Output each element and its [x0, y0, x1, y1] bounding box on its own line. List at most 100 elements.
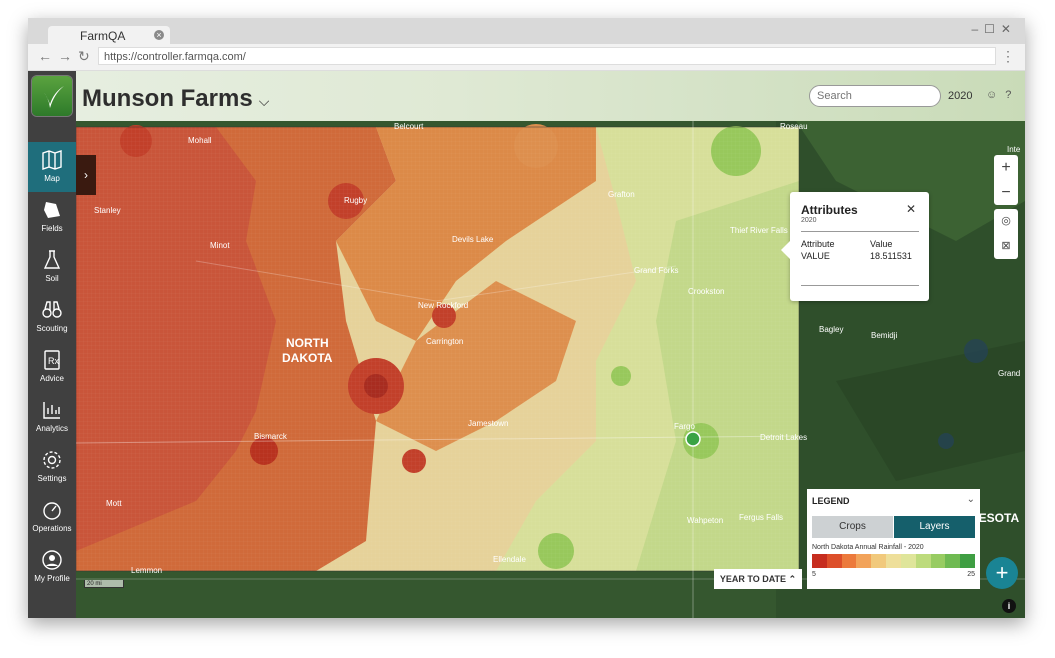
sidebar-item-advice[interactable]: Rx Advice — [28, 342, 76, 392]
legend-swatch — [915, 554, 931, 568]
legend-swatch — [930, 554, 946, 568]
map-label: Fergus Falls — [739, 513, 784, 522]
map-label: Bismarck — [254, 432, 287, 441]
browser-window: FarmQA × –☐✕ ← → ↻ https://controller.fa… — [28, 18, 1025, 618]
map-label: DAKOTA — [282, 351, 333, 365]
sidebar-item-scouting[interactable]: Scouting — [28, 292, 76, 342]
app-header: Munson Farms ⌵ 2020 ☺? — [76, 71, 1025, 121]
tab-bar: FarmQA × –☐✕ — [28, 18, 1025, 44]
add-button[interactable]: + — [986, 557, 1018, 589]
popup-divider — [801, 231, 919, 232]
map-tools: ◎ ⊠ — [994, 209, 1018, 259]
map-label: New Rockford — [418, 301, 469, 310]
user-icon — [40, 548, 64, 572]
map-label: Bagley — [819, 325, 844, 334]
value-header: Value — [870, 239, 893, 249]
map-label: Mott — [106, 499, 122, 508]
flask-icon — [40, 248, 64, 272]
attribute-value: 18.511531 — [870, 251, 912, 261]
back-icon[interactable]: ← — [38, 48, 52, 64]
zoom-in-button[interactable]: + — [994, 155, 1018, 180]
sidebar: Map Fields Soil Scouting Rx Advice Analytics Se… — [28, 71, 76, 618]
attributes-popup: Attributes 2020 ✕ Attribute Value VALUE … — [781, 192, 929, 301]
map-label: Stanley — [94, 206, 121, 215]
legend-panel: LEGEND ⌄ Crops Layers North Dakota Annua… — [807, 489, 980, 589]
sidebar-item-label: Scouting — [36, 324, 68, 333]
binoculars-icon — [40, 298, 64, 322]
map-label: Belcourt — [394, 122, 424, 131]
close-tab-icon[interactable]: × — [154, 30, 164, 40]
legend-swatch — [871, 554, 887, 568]
help-icon[interactable]: ? — [1005, 89, 1019, 101]
sidebar-item-label: Fields — [41, 224, 63, 233]
sidebar-item-my-profile[interactable]: My Profile — [28, 542, 76, 592]
sidebar-item-soil[interactable]: Soil — [28, 242, 76, 292]
url-field[interactable]: https://controller.farmqa.com/ — [98, 47, 996, 65]
map-icon — [40, 148, 64, 172]
map-label: Minot — [210, 241, 230, 250]
map-label: Ellendale — [493, 555, 526, 564]
browser-tab[interactable]: FarmQA × — [48, 26, 170, 44]
chevron-down-icon[interactable]: ⌄ — [967, 494, 975, 505]
farm-selector[interactable]: Munson Farms ⌵ — [82, 85, 269, 113]
gauge-icon — [40, 498, 64, 522]
farmqa-logo[interactable] — [32, 76, 72, 116]
sidebar-item-operations[interactable]: Operations — [28, 492, 76, 542]
map-label: Roseau — [780, 122, 808, 131]
drawer-toggle-button[interactable]: › — [76, 155, 96, 195]
sidebar-item-map[interactable]: Map — [28, 142, 76, 192]
map-label: Mohall — [188, 136, 212, 145]
map-label: Grand Forks — [634, 266, 679, 275]
locate-icon[interactable]: ◎ — [994, 209, 1018, 234]
zoom-out-button[interactable]: − — [994, 180, 1018, 205]
map-label: Devils Lake — [452, 235, 494, 244]
info-icon[interactable]: i — [1002, 599, 1016, 613]
select-area-icon[interactable]: ⊠ — [994, 234, 1018, 259]
map-label: Inte — [1007, 145, 1021, 154]
map-label: Detroit Lakes — [760, 433, 808, 442]
sidebar-item-fields[interactable]: Fields — [28, 192, 76, 242]
map-label: Fargo — [674, 422, 695, 431]
map-label: Bemidji — [871, 331, 898, 340]
map-label: Lemmon — [131, 566, 163, 575]
year-selector[interactable]: 2020 — [948, 90, 972, 102]
map-label: Wahpeton — [687, 516, 724, 525]
farm-name: Munson Farms — [82, 85, 253, 112]
legend-swatch — [856, 554, 872, 568]
close-icon[interactable]: ✕ — [906, 202, 916, 216]
legend-swatch — [812, 554, 827, 568]
sidebar-item-label: Analytics — [35, 424, 68, 433]
search-input[interactable] — [809, 85, 941, 107]
reload-icon[interactable]: ↻ — [78, 48, 90, 65]
attribute-header: Attribute — [801, 239, 835, 249]
address-bar: ← → ↻ https://controller.farmqa.com/ ⋮ — [28, 44, 1025, 71]
map-canvas[interactable]: Belcourt Roseau Mohall Stanley Minot Rugby Gra… — [76, 121, 1025, 618]
chevron-up-icon: ⌃ — [788, 574, 797, 584]
map-label: Rugby — [344, 196, 368, 205]
chevron-down-icon: ⌵ — [258, 93, 270, 109]
sidebar-item-label: My Profile — [34, 574, 70, 583]
forward-icon[interactable]: → — [58, 48, 72, 64]
map-label: Grafton — [608, 190, 635, 199]
zoom-controls: + − — [994, 155, 1018, 205]
tab-title: FarmQA — [80, 29, 126, 43]
window-controls[interactable]: –☐✕ — [972, 22, 1018, 36]
legend-title: LEGEND — [812, 496, 850, 506]
sidebar-item-label: Settings — [37, 474, 67, 483]
attribute-name: VALUE — [801, 251, 830, 261]
tab-crops[interactable]: Crops — [812, 516, 893, 538]
smiley-icon[interactable]: ☺ — [986, 89, 1005, 101]
legend-swatch — [826, 554, 842, 568]
sidebar-item-analytics[interactable]: Analytics — [28, 392, 76, 442]
menu-kebab-icon[interactable]: ⋮ — [1001, 48, 1015, 65]
prescription-icon: Rx — [40, 348, 64, 372]
sidebar-item-settings[interactable]: Settings — [28, 442, 76, 492]
map-label: Jamestown — [468, 419, 509, 428]
year-to-date-button[interactable]: YEAR TO DATE ⌃ — [714, 569, 802, 589]
map-scale: 20 mi — [84, 580, 124, 588]
sidebar-item-label: Map — [44, 174, 60, 183]
map-label: Crookston — [688, 287, 725, 296]
gear-icon — [40, 448, 64, 472]
sidebar-item-label: Advice — [39, 374, 64, 383]
tab-layers[interactable]: Layers — [894, 516, 975, 538]
